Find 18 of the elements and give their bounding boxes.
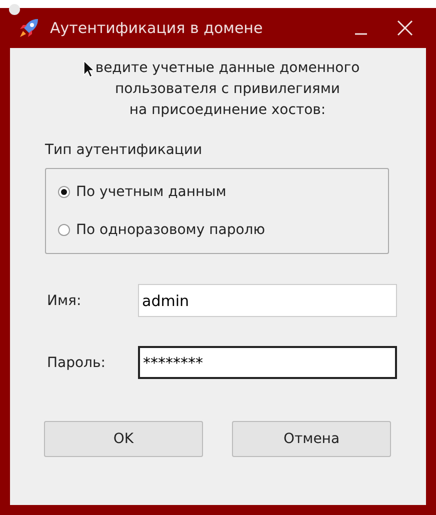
- field-label: Имя:: [46, 292, 82, 308]
- rocket-icon: [18, 17, 40, 39]
- radio-label: По учетным данным: [76, 184, 226, 200]
- close-icon: [397, 20, 413, 36]
- input-field[interactable]: admin: [138, 284, 397, 317]
- radio-button[interactable]: [58, 224, 70, 236]
- dialog-button[interactable]: Отмена: [232, 421, 391, 457]
- minimize-icon: [354, 33, 368, 35]
- radio-label: По одноразовому паролю: [76, 222, 266, 238]
- dialog-button[interactable]: OK: [44, 421, 203, 457]
- window-dot-icon: [9, 4, 20, 15]
- input-field[interactable]: ********: [138, 346, 397, 379]
- field-label: Пароль:: [46, 354, 106, 370]
- window-title: Аутентификация в домене: [50, 19, 264, 37]
- radio-button[interactable]: [58, 186, 70, 198]
- instruction-text: ведите учетные данные доменного пользователя с привилегиями на присоединение хостов:: [95, 59, 360, 120]
- mouse-cursor-icon: [83, 60, 96, 78]
- group-label: Тип аутентификации: [45, 142, 204, 158]
